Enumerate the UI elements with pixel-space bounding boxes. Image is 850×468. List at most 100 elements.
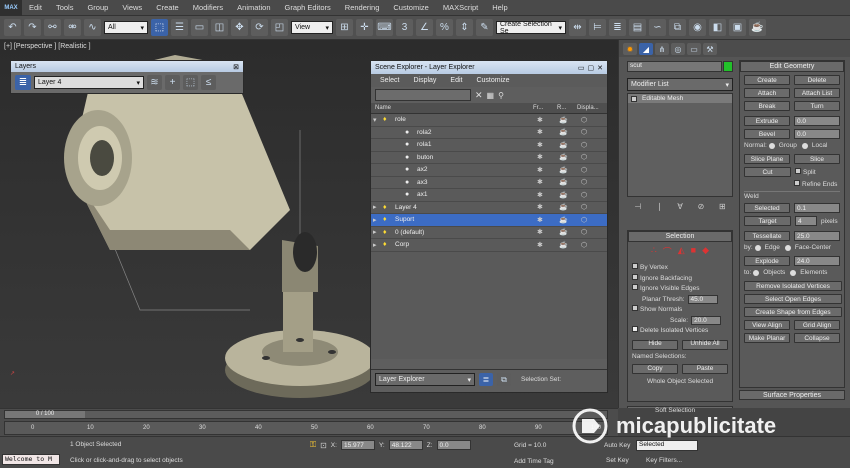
display-icon[interactable]: ⬡	[581, 153, 587, 161]
make-planar-button[interactable]: Make Planar	[744, 333, 790, 343]
refine-ends-row[interactable]: Refine Ends	[744, 180, 840, 188]
show-end-result-icon[interactable]: ❘	[656, 202, 663, 211]
find-options-icon[interactable]: ⚲	[498, 91, 504, 100]
slice-plane-button[interactable]: Slice Plane	[744, 154, 790, 164]
bevel-button[interactable]: Bevel	[744, 129, 790, 139]
display-tab-icon[interactable]: ▭	[687, 43, 701, 55]
modify-tab-icon[interactable]: ◢	[639, 43, 653, 55]
render-icon[interactable]: ☕	[559, 241, 568, 249]
layer-tree-row[interactable]: ● ax1 ✱ ☕ ⬡	[371, 189, 607, 202]
expand-arrow-icon[interactable]: ▸	[373, 203, 377, 211]
layer-tree-row[interactable]: ● rola1 ✱ ☕ ⬡	[371, 139, 607, 152]
viewport-label[interactable]: [+] [Perspective ] [Realistic ]	[4, 43, 91, 50]
angle-snap-icon[interactable]: ∠	[416, 19, 433, 36]
edge-radio[interactable]	[754, 244, 761, 251]
render-icon[interactable]: ☕	[559, 153, 568, 161]
refine-ends-checkbox[interactable]	[794, 180, 800, 186]
select-in-layer-icon[interactable]: ⬚	[183, 75, 198, 90]
hide-button[interactable]: Hide	[632, 339, 678, 350]
remove-isolated-button[interactable]: Remove Isolated Vertices	[744, 281, 842, 291]
extrude-spinner[interactable]: 0.0	[793, 116, 840, 126]
track-bar[interactable]: 0102030405060708090100	[4, 421, 608, 435]
named-selection-set-dropdown[interactable]: Create Selection Se ▾	[496, 21, 566, 35]
add-time-tag-button[interactable]: Add Time Tag	[514, 458, 554, 465]
menu-tools[interactable]: Tools	[49, 3, 81, 12]
select-open-edges-button[interactable]: Select Open Edges	[744, 294, 842, 304]
menu-group[interactable]: Group	[80, 3, 115, 12]
render-production-icon[interactable]: ☕	[749, 19, 766, 36]
key-filters-button[interactable]: Key Filters...	[646, 457, 682, 464]
edge-level-icon[interactable]: ⌒	[663, 245, 672, 258]
maxscript-listener[interactable]: Welcome to M	[2, 454, 60, 465]
menu-animation[interactable]: Animation	[230, 3, 277, 12]
delete-isolated-checkbox[interactable]	[632, 326, 638, 332]
ignore-visible-edges-checkbox[interactable]	[632, 284, 638, 290]
render-icon[interactable]: ☕	[559, 178, 568, 186]
graphite-ribbon-icon[interactable]: ▤	[629, 19, 646, 36]
time-slider-thumb[interactable]: 0 / 100	[5, 411, 85, 418]
layer-explorer-icon[interactable]: ≣	[479, 373, 493, 386]
by-vertex-checkbox[interactable]	[632, 263, 638, 269]
absolute-mode-icon[interactable]: ⊡	[320, 441, 327, 450]
selection-rollout-header[interactable]: Selection	[628, 231, 732, 242]
render-icon[interactable]: ☕	[559, 203, 568, 211]
explode-spinner[interactable]: 24.0	[793, 256, 840, 266]
vertex-level-icon[interactable]: ∴	[651, 245, 657, 258]
bevel-spinner[interactable]: 0.0	[793, 129, 840, 139]
keyboard-shortcut-icon[interactable]: ⌨	[376, 19, 393, 36]
hierarchy-tab-icon[interactable]: ⋔	[655, 43, 669, 55]
weld-threshold-spinner[interactable]: 0.1	[793, 203, 840, 213]
ignore-backfacing-row[interactable]: Ignore Backfacing	[632, 273, 728, 285]
freeze-icon[interactable]: ✱	[537, 178, 543, 186]
ignore-backfacing-checkbox[interactable]	[632, 273, 638, 280]
render-icon[interactable]: ☕	[559, 191, 568, 199]
redo-icon[interactable]: ↷	[24, 19, 41, 36]
object-name-field[interactable]: scut	[627, 61, 722, 72]
render-icon[interactable]: ☕	[559, 166, 568, 174]
render-icon[interactable]: ☕	[559, 228, 568, 236]
weld-target-button[interactable]: Target	[744, 216, 791, 226]
close-icon[interactable]: ⊠	[233, 63, 239, 71]
face-center-radio[interactable]	[784, 244, 791, 251]
app-logo[interactable]: MAX	[0, 0, 22, 16]
configure-sets-icon[interactable]: ⊞	[719, 202, 726, 211]
link-icon[interactable]: ⚯	[44, 19, 61, 36]
z-coordinate-field[interactable]: 0.0	[436, 440, 471, 450]
polygon-level-icon[interactable]: ■	[691, 245, 696, 258]
layer-tree-row[interactable]: ▾ ♦ role ✱ ☕ ⬡	[371, 114, 607, 127]
layer-stack-icon[interactable]: ≋	[147, 75, 162, 90]
objects-radio[interactable]	[753, 269, 760, 276]
turn-button[interactable]: Turn	[794, 101, 840, 111]
group-radio[interactable]	[768, 142, 775, 149]
display-icon[interactable]: ⬡	[581, 228, 587, 236]
snap-toggle-icon[interactable]: 3	[396, 19, 413, 36]
select-manipulate-icon[interactable]: ✛	[356, 19, 373, 36]
render-icon[interactable]: ☕	[559, 141, 568, 149]
render-icon[interactable]: ☕	[559, 216, 568, 224]
expand-arrow-icon[interactable]: ▸	[373, 216, 377, 224]
stack-item[interactable]: Editable Mesh	[628, 94, 732, 103]
col-frozen[interactable]: Fr...	[533, 105, 543, 111]
schematic-view-icon[interactable]: ⧉	[669, 19, 686, 36]
close-icon[interactable]: ✕	[597, 64, 603, 72]
target-pixels-spinner[interactable]: 4	[795, 216, 817, 226]
freeze-icon[interactable]: ✱	[537, 191, 543, 199]
make-unique-icon[interactable]: ∀	[677, 202, 682, 211]
menu-rendering[interactable]: Rendering	[338, 3, 387, 12]
freeze-icon[interactable]: ✱	[537, 228, 543, 236]
rect-selection-icon[interactable]: ▭	[191, 19, 208, 36]
layer-tree-row[interactable]: ▸ ♦ Layer 4 ✱ ☕ ⬡	[371, 202, 607, 214]
clear-find-icon[interactable]: ✕	[475, 90, 483, 101]
reference-coordinate-dropdown[interactable]: View ▾	[291, 21, 333, 34]
show-normals-row[interactable]: Show Normals	[632, 305, 728, 316]
layer-tree-row[interactable]: ▸ ♦ 0 (default) ✱ ☕ ⬡	[371, 227, 607, 239]
maximize-icon[interactable]: ▢	[588, 64, 595, 72]
time-slider[interactable]: 0 / 100	[4, 410, 608, 419]
expand-arrow-icon[interactable]: ▸	[373, 241, 377, 249]
window-crossing-icon[interactable]: ◫	[211, 19, 228, 36]
se-menu-display[interactable]: Display	[413, 77, 436, 84]
render-setup-icon[interactable]: ◧	[709, 19, 726, 36]
layer-tree-row[interactable]: ● rola2 ✱ ☕ ⬡	[371, 127, 607, 139]
edit-geometry-header[interactable]: Edit Geometry	[740, 61, 844, 72]
display-icon[interactable]: ⬡	[581, 141, 587, 149]
